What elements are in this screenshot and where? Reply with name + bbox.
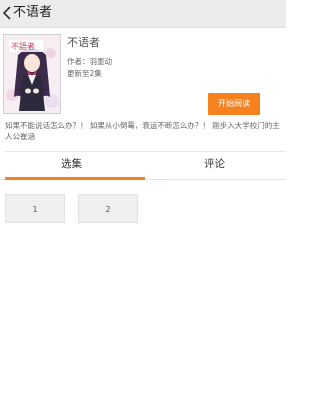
episode-button-2[interactable]: 2 bbox=[78, 194, 138, 223]
cover-illustration: 不語者 bbox=[4, 35, 60, 113]
tab-bar: 选集 评论 bbox=[0, 152, 286, 180]
top-bar: 不语者 bbox=[0, 0, 286, 28]
page-title: 不语者 bbox=[13, 5, 53, 20]
tab-comments[interactable]: 评论 bbox=[143, 152, 286, 177]
active-tab-indicator bbox=[5, 177, 145, 180]
book-cover-image[interactable]: 不語者 bbox=[3, 34, 61, 114]
book-update-status: 更新至2集 bbox=[67, 69, 102, 78]
book-description: 如果不能说话怎么办？！ 如果从小倒霉，衰运不断怎么办？！ 刚步入大学校门的主人公… bbox=[5, 121, 280, 141]
tab-episodes[interactable]: 选集 bbox=[0, 152, 143, 177]
start-reading-button[interactable]: 开始阅读 bbox=[208, 93, 260, 115]
cover-title-text: 不語者 bbox=[11, 41, 35, 51]
book-title: 不语者 bbox=[67, 36, 100, 49]
back-arrow-icon[interactable] bbox=[2, 6, 12, 20]
book-author: 作者：羽墨动 bbox=[67, 57, 112, 66]
episode-button-1[interactable]: 1 bbox=[5, 194, 65, 223]
